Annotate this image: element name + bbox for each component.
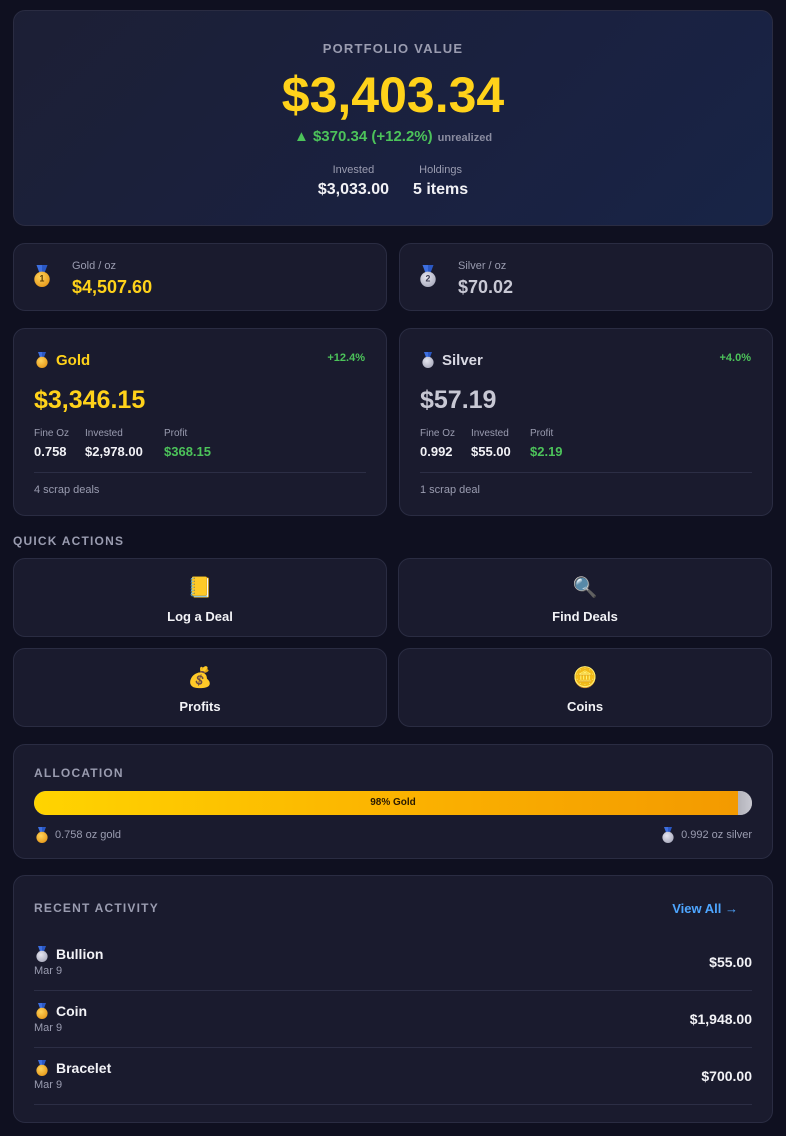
divider bbox=[34, 472, 366, 473]
gold-medal-icon: 1 bbox=[34, 265, 50, 287]
activity-row[interactable]: Coin Mar 9 $1,948.00 bbox=[34, 991, 752, 1048]
quick-actions-title: QUICK ACTIONS bbox=[13, 534, 125, 548]
coins-label: Coins bbox=[566, 699, 604, 714]
log-deal-label: Log a Deal bbox=[167, 609, 233, 624]
holdings-stat: Holdings 5 items bbox=[413, 164, 468, 199]
activity-item-label: Bracelet bbox=[56, 1060, 112, 1076]
holdings-value: 5 items bbox=[413, 181, 469, 198]
silver-allocation-text: 0.992 oz silver bbox=[681, 829, 752, 841]
allocation-title: ALLOCATION bbox=[34, 766, 124, 780]
find-deals-label: Find Deals bbox=[552, 609, 618, 624]
recent-activity-title: RECENT ACTIVITY bbox=[34, 901, 159, 915]
gold-fine-oz-label: Fine Oz bbox=[34, 428, 70, 439]
gold-card-name: Gold bbox=[56, 351, 91, 369]
silver-medal-icon bbox=[36, 946, 49, 962]
activity-item-amount: $700.00 bbox=[701, 1068, 752, 1084]
notebook-icon: 📒 bbox=[187, 577, 213, 599]
portfolio-change-amount: ▲ $370.34 (+12.2%) bbox=[293, 128, 433, 145]
activity-row[interactable]: Bracelet Mar 9 $700.00 bbox=[34, 1048, 752, 1105]
silver-allocation-legend: 0.992 oz silver bbox=[660, 825, 752, 845]
activity-item-date: Mar 9 bbox=[34, 965, 63, 977]
portfolio-value: $3,403.34 bbox=[281, 67, 505, 123]
activity-item-label: Coin bbox=[56, 1003, 88, 1019]
portfolio-stats: Invested $3,033.00 Holdings 5 items bbox=[14, 164, 772, 199]
log-deal-button[interactable]: 📒 Log a Deal bbox=[13, 558, 387, 637]
silver-card-title: Silver bbox=[420, 350, 483, 370]
activity-item-name: Bracelet bbox=[34, 1058, 111, 1078]
activity-item-name: Bullion bbox=[34, 944, 103, 964]
gold-allocation-legend: 0.758 oz gold bbox=[34, 825, 121, 845]
gold-allocation-text: 0.758 oz gold bbox=[55, 829, 122, 841]
gold-deal-count: 4 scrap deals bbox=[34, 484, 100, 496]
allocation-bar-label: 98% Gold bbox=[370, 797, 416, 808]
silver-medal-icon: 2 bbox=[420, 265, 436, 287]
silver-spot-price: $70.02 bbox=[458, 277, 514, 297]
silver-card-name: Silver bbox=[442, 351, 483, 369]
allocation-bar: 98% Gold bbox=[34, 791, 752, 815]
silver-deal-count: 1 scrap deal bbox=[420, 484, 480, 496]
gold-card-title: Gold bbox=[34, 350, 90, 370]
gold-spot-label: Gold / oz bbox=[72, 260, 117, 272]
silver-holdings-card[interactable]: Silver +4.0% $57.19 Fine Oz 0.992 Invest… bbox=[399, 328, 773, 516]
silver-spot-card: 2 Silver / oz $70.02 bbox=[399, 243, 773, 311]
silver-fine-oz-value: 0.992 bbox=[420, 444, 453, 459]
divider bbox=[420, 472, 752, 473]
invested-value: $3,033.00 bbox=[317, 181, 390, 198]
holdings-label: Holdings bbox=[419, 164, 462, 176]
activity-item-name: Coin bbox=[34, 1001, 87, 1021]
portfolio-change-note: unrealized bbox=[437, 132, 493, 144]
silver-medal-icon bbox=[422, 352, 435, 368]
gold-invested-value: $2,978.00 bbox=[85, 444, 143, 459]
find-deals-button[interactable]: 🔍 Find Deals bbox=[398, 558, 772, 637]
gold-change-badge: +12.4% bbox=[327, 352, 365, 364]
activity-item-date: Mar 9 bbox=[34, 1079, 63, 1091]
invested-label: Invested bbox=[332, 164, 375, 176]
gold-medal-icon bbox=[36, 1003, 49, 1019]
gold-invested-label: Invested bbox=[85, 428, 123, 439]
view-all-link[interactable]: View All → bbox=[672, 901, 738, 916]
silver-invested-value: $55.00 bbox=[471, 444, 511, 459]
portfolio-change: ▲ $370.34 (+12.2%) unrealized bbox=[14, 128, 772, 145]
silver-profit-label: Profit bbox=[530, 428, 554, 439]
gold-holdings-value: $3,346.15 bbox=[34, 386, 146, 414]
portfolio-label: PORTFOLIO VALUE bbox=[322, 41, 464, 56]
silver-fine-oz-label: Fine Oz bbox=[420, 428, 456, 439]
portfolio-summary-card: PORTFOLIO VALUE $3,403.34 ▲ $370.34 (+12… bbox=[13, 10, 773, 226]
silver-holdings-value: $57.19 bbox=[420, 386, 497, 414]
coins-button[interactable]: 🪙 Coins bbox=[398, 648, 772, 727]
silver-invested-label: Invested bbox=[471, 428, 509, 439]
silver-change-badge: +4.0% bbox=[719, 352, 752, 364]
invested-stat: Invested $3,033.00 bbox=[318, 164, 389, 199]
gold-holdings-card[interactable]: Gold +12.4% $3,346.15 Fine Oz 0.758 Inve… bbox=[13, 328, 387, 516]
activity-item-date: Mar 9 bbox=[34, 1022, 63, 1034]
profits-label: Profits bbox=[179, 699, 221, 714]
activity-item-amount: $55.00 bbox=[709, 954, 752, 970]
gold-medal-icon bbox=[36, 827, 49, 843]
money-bag-icon: 💰 bbox=[187, 667, 213, 689]
silver-spot-label: Silver / oz bbox=[458, 260, 507, 272]
gold-profit-label: Profit bbox=[164, 428, 188, 439]
coin-icon: 🪙 bbox=[572, 667, 598, 689]
activity-item-amount: $1,948.00 bbox=[689, 1011, 752, 1027]
activity-row[interactable]: Bullion Mar 9 $55.00 bbox=[34, 934, 752, 991]
gold-medal-icon bbox=[36, 352, 49, 368]
gold-spot-price: $4,507.60 bbox=[72, 277, 153, 297]
activity-item-label: Bullion bbox=[56, 946, 104, 962]
gold-spot-card: 1 Gold / oz $4,507.60 bbox=[13, 243, 387, 311]
allocation-card: ALLOCATION 98% Gold 0.758 oz gold 0.992 … bbox=[13, 744, 773, 859]
silver-profit-value: $2.19 bbox=[530, 444, 563, 459]
silver-medal-icon bbox=[662, 827, 675, 843]
profits-button[interactable]: 💰 Profits bbox=[13, 648, 387, 727]
gold-profit-value: $368.15 bbox=[164, 444, 211, 459]
gold-fine-oz-value: 0.758 bbox=[34, 444, 67, 459]
recent-activity-card: RECENT ACTIVITY View All → Bullion Mar 9… bbox=[13, 875, 773, 1123]
magnifier-icon: 🔍 bbox=[572, 577, 598, 599]
gold-medal-icon bbox=[36, 1060, 49, 1076]
